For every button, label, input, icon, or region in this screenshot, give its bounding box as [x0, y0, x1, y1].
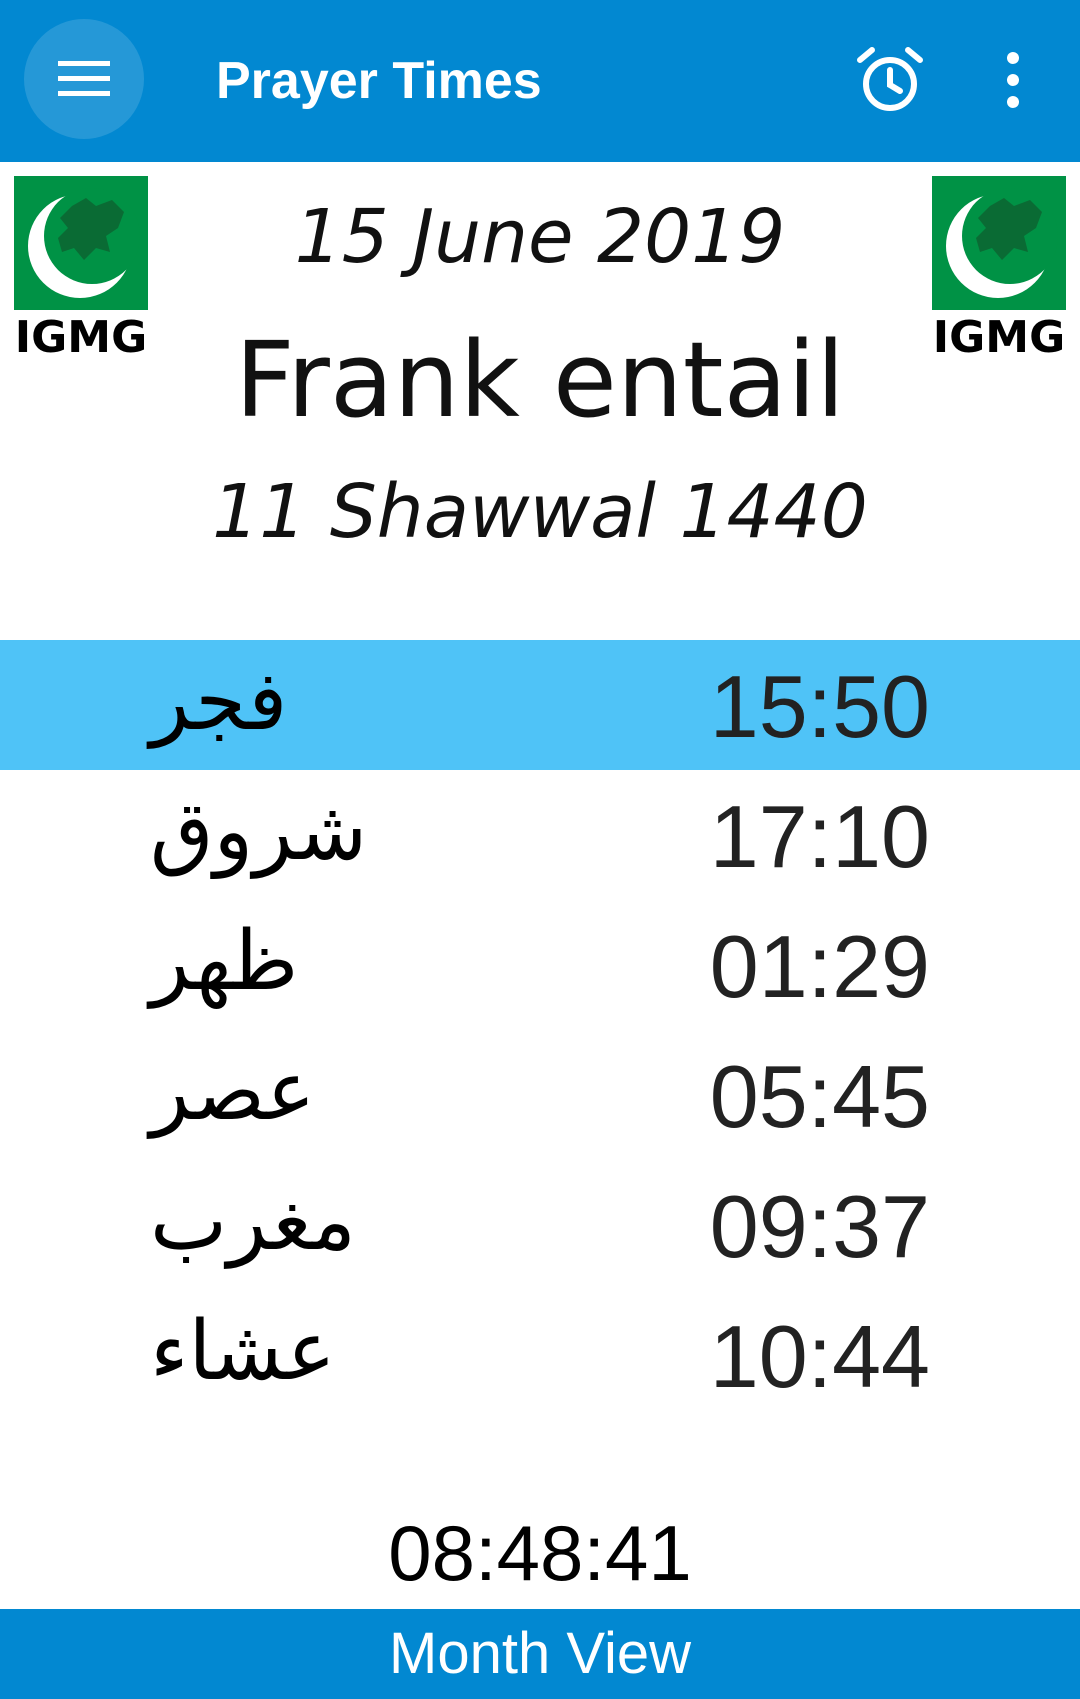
prayer-row-fajr[interactable]: فجر 15:50	[0, 640, 1080, 770]
prayer-row-dhuhr[interactable]: ظهر 01:29	[0, 900, 1080, 1030]
current-time-clock: 08:48:41	[388, 1509, 692, 1597]
prayer-list: فجر 15:50 شروق 17:10 ظهر 01:29 عصر 05:45…	[0, 640, 1080, 1420]
prayer-time: 09:37	[709, 1177, 930, 1276]
prayer-row-shuruq[interactable]: شروق 17:10	[0, 770, 1080, 900]
prayer-time: 01:29	[709, 917, 930, 1016]
month-view-button[interactable]: Month View	[0, 1609, 1080, 1699]
hijri-date: 11 Shawwal 1440	[212, 469, 868, 555]
prayer-row-maghrib[interactable]: مغرب 09:37	[0, 1160, 1080, 1290]
more-vertical-icon	[1007, 52, 1019, 108]
prayer-row-asr[interactable]: عصر 05:45	[0, 1030, 1080, 1160]
prayer-name: شروق	[150, 784, 368, 879]
app-bar: Prayer Times	[0, 0, 1080, 162]
gregorian-date: 15 June 2019	[294, 194, 786, 280]
prayer-name: عصر	[150, 1044, 316, 1139]
prayer-time: 15:50	[709, 657, 930, 756]
prayer-row-isha[interactable]: عشاء 10:44	[0, 1290, 1080, 1420]
prayer-name: مغرب	[150, 1174, 356, 1269]
alarm-clock-icon	[857, 47, 923, 111]
menu-button[interactable]	[24, 19, 144, 139]
app-title: Prayer Times	[216, 52, 542, 110]
prayer-time: 10:44	[709, 1307, 930, 1406]
month-view-label: Month View	[389, 1621, 691, 1686]
prayer-time: 05:45	[709, 1047, 930, 1146]
alarm-button[interactable]	[850, 40, 930, 120]
prayer-name: ظهر	[150, 914, 299, 1009]
city-name: Frank entail	[234, 319, 846, 441]
prayer-time: 17:10	[709, 787, 930, 886]
more-options-button[interactable]	[990, 40, 1036, 120]
prayer-name: فجر	[150, 654, 288, 749]
hamburger-menu-icon	[58, 61, 110, 96]
prayer-name: عشاء	[150, 1304, 336, 1399]
